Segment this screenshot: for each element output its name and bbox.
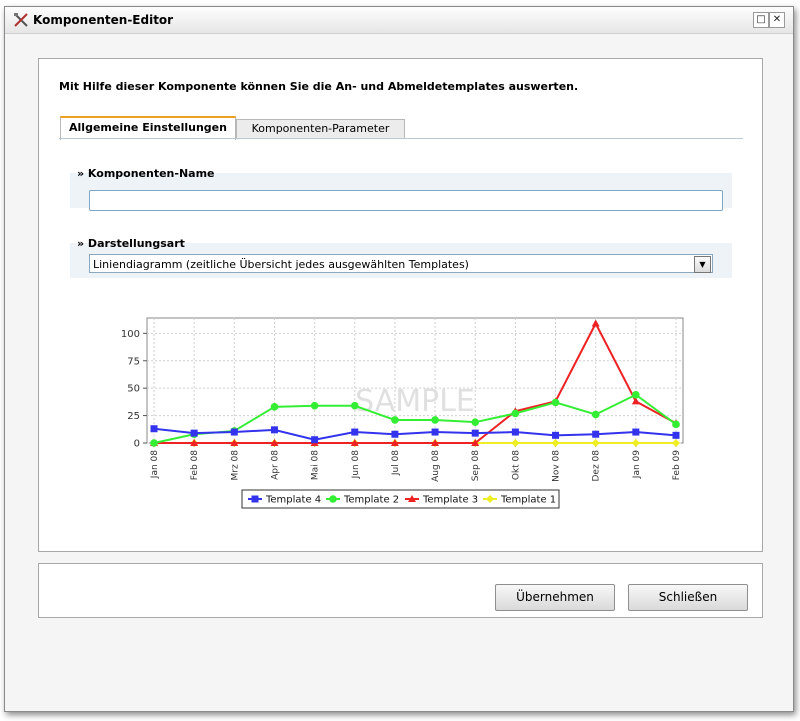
legend-label: Template 1 (500, 495, 556, 506)
data-point (591, 410, 600, 419)
data-point (632, 428, 640, 436)
x-tick-label: Dez 08 (592, 450, 602, 482)
line-chart: SAMPLE 0 25 50 75 100 Jan 08 Feb 08 Mrz 08 Apr 08… (121, 317, 684, 509)
y-tick-label: 25 (127, 411, 140, 422)
tools-icon (14, 13, 28, 27)
x-tick-label: Jul 08 (391, 450, 401, 476)
data-point (632, 390, 640, 399)
x-tick-label: Nov 08 (552, 450, 562, 482)
settings-panel: Mit Hilfe dieser Komponente können Sie d… (38, 58, 763, 552)
y-tick-label: 75 (127, 356, 140, 367)
legend-label: Template 4 (265, 495, 321, 506)
data-point (592, 430, 600, 438)
data-point (270, 403, 279, 411)
data-point (551, 398, 560, 407)
x-tick-label: Jun 08 (351, 450, 361, 480)
data-point (431, 416, 439, 424)
data-point (552, 431, 560, 439)
x-tick-label: Mai 08 (311, 450, 321, 480)
data-point (391, 430, 399, 438)
data-point (150, 439, 158, 447)
button-panel: Übernehmen Schließen (38, 563, 763, 618)
x-tick-label: Feb 08 (190, 450, 200, 481)
data-point (511, 409, 520, 418)
data-point (310, 401, 319, 410)
data-point (391, 416, 399, 424)
data-point (251, 495, 259, 503)
data-point (350, 401, 359, 410)
close-button[interactable]: Schließen (628, 584, 748, 611)
y-tick-label: 100 (121, 329, 140, 340)
data-point (351, 428, 359, 436)
data-point (230, 428, 238, 436)
legend-label: Template 2 (343, 495, 399, 506)
x-tick-label: Mrz 08 (230, 450, 240, 481)
x-tick-label: Jan 09 (632, 450, 642, 479)
x-tick-label: Aug 08 (431, 450, 441, 482)
legend-label: Template 3 (422, 495, 478, 506)
data-point (672, 431, 680, 439)
window-title: Komponenten-Editor (33, 13, 174, 27)
y-tick-label: 0 (134, 439, 140, 450)
y-tick-label: 50 (127, 384, 140, 395)
x-tick-label: Feb 09 (672, 450, 682, 481)
data-point (329, 495, 337, 503)
data-point (511, 428, 519, 436)
data-point (471, 429, 479, 437)
x-tick-label: Jan 08 (150, 450, 160, 479)
data-point (190, 429, 198, 437)
data-point (431, 428, 439, 436)
apply-button[interactable]: Übernehmen (495, 584, 615, 611)
close-window-button[interactable]: ✕ (769, 12, 785, 28)
data-point (270, 426, 278, 434)
x-tick-label: Apr 08 (270, 450, 280, 480)
data-point (672, 420, 680, 429)
chart-watermark: SAMPLE (355, 384, 475, 419)
data-point (150, 425, 158, 433)
x-tick-label: Okt 08 (511, 450, 521, 480)
component-editor-window: Komponenten-Editor □ ✕ Mit Hilfe dieser … (4, 6, 794, 712)
data-point (311, 436, 319, 444)
maximize-button[interactable]: □ (753, 12, 769, 28)
data-point (471, 418, 480, 426)
x-tick-label: Sep 08 (471, 450, 481, 482)
title-bar[interactable]: Komponenten-Editor □ ✕ (5, 7, 793, 34)
